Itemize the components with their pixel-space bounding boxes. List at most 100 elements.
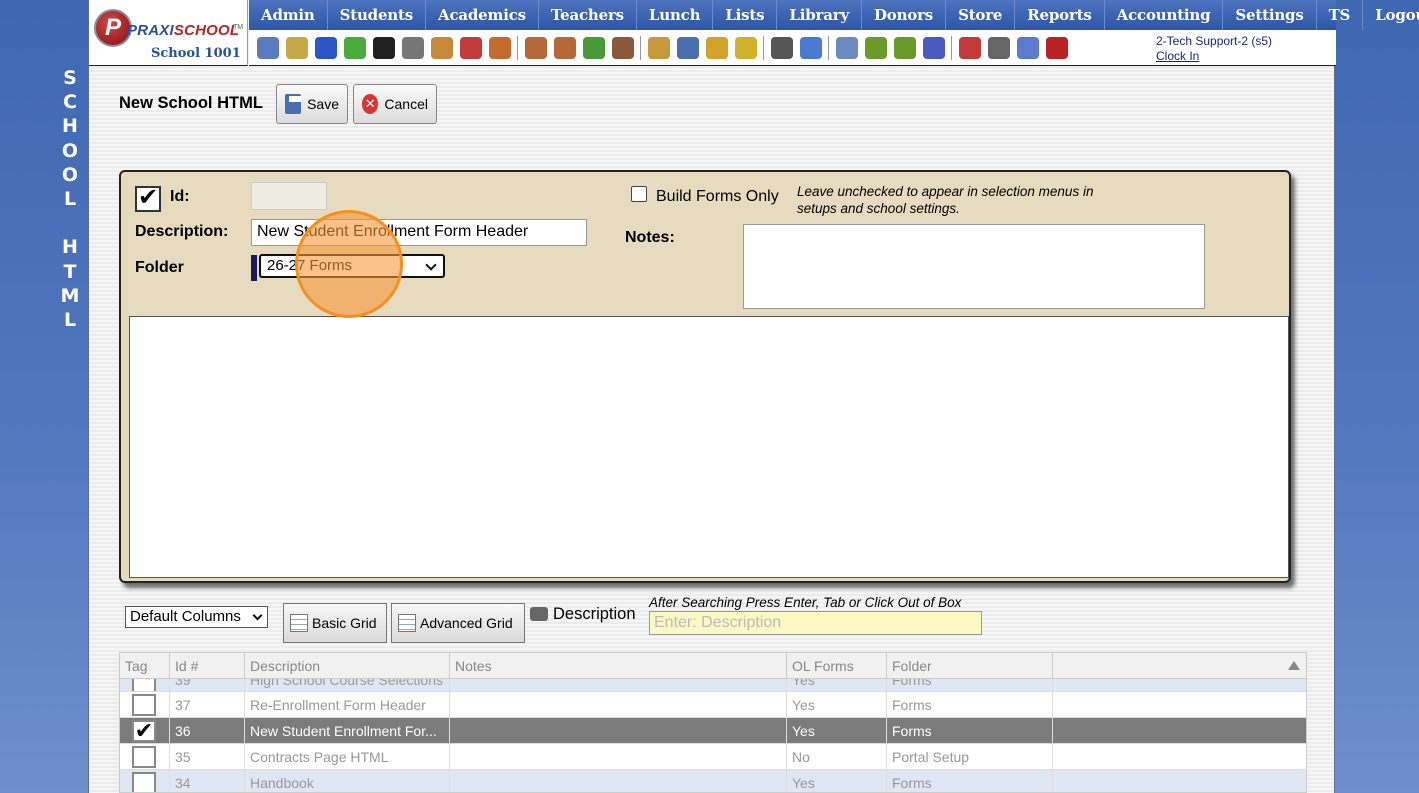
card-icon[interactable] — [864, 36, 887, 59]
row-ol-forms: Yes — [787, 770, 887, 792]
row-tag-checkbox[interactable] — [132, 679, 156, 691]
add-person-icon[interactable] — [524, 36, 547, 59]
calculator-icon[interactable] — [430, 36, 453, 59]
store-icon[interactable] — [734, 36, 757, 59]
description-field[interactable]: New Student Enrollment Form Header — [251, 219, 587, 246]
search-input[interactable]: Enter: Description — [649, 611, 982, 635]
nav-academics[interactable]: Academics — [426, 0, 539, 30]
notes-textarea[interactable] — [743, 224, 1205, 309]
clock-icon[interactable] — [799, 36, 822, 59]
row-empty — [1053, 679, 1287, 691]
teacher-icon[interactable] — [770, 36, 793, 59]
search-icon[interactable] — [256, 36, 279, 59]
row-description: Re-Enrollment Form Header — [245, 692, 450, 717]
side-letter: L — [63, 187, 77, 210]
cancel-label: Cancel — [384, 96, 428, 112]
money-icon[interactable] — [582, 36, 605, 59]
col-description[interactable]: Description — [245, 653, 450, 678]
binoculars-icon — [530, 607, 548, 621]
lunch-icon[interactable] — [647, 36, 670, 59]
side-letter: O — [61, 139, 79, 162]
nav-donors[interactable]: Donors — [862, 0, 947, 30]
table-row[interactable]: 34 Handbook Yes Forms — [120, 770, 1306, 792]
table-row[interactable]: 35 Contracts Page HTML No Portal Setup — [120, 744, 1306, 770]
pdf-icon[interactable] — [958, 36, 981, 59]
email-at-icon[interactable] — [314, 36, 337, 59]
row-tag-cell — [120, 744, 170, 769]
speaker-icon[interactable] — [401, 36, 424, 59]
phone-icon[interactable] — [372, 36, 395, 59]
col-notes[interactable]: Notes — [450, 653, 787, 678]
nav-logout[interactable]: Logout — [1363, 0, 1419, 30]
save-button[interactable]: Save — [276, 84, 348, 124]
help-icon[interactable] — [1016, 36, 1039, 59]
chat-icon[interactable] — [343, 36, 366, 59]
nav-lunch[interactable]: Lunch — [637, 0, 714, 30]
user-name: 2-Tech Support-2 (s5) — [1156, 34, 1273, 48]
nav-library[interactable]: Library — [777, 0, 862, 30]
folder-select[interactable]: 26-27 Forms — [259, 254, 445, 278]
megaphone-icon[interactable] — [488, 36, 511, 59]
icon-toolbar: 2-Tech Support-2 (s5) Clock In — [249, 30, 1336, 66]
nav-reports[interactable]: Reports — [1015, 0, 1105, 30]
check-icon[interactable] — [893, 36, 916, 59]
row-tag-checkbox[interactable] — [132, 746, 156, 768]
table-row[interactable]: 39 High School Course Selections Yes Forms — [120, 679, 1306, 692]
nav-settings[interactable]: Settings — [1223, 0, 1317, 30]
nav-teachers[interactable]: Teachers — [539, 0, 637, 30]
cash-register-icon[interactable] — [987, 36, 1010, 59]
nav-lists[interactable]: Lists — [713, 0, 778, 30]
school-name: School 1001 — [151, 46, 241, 61]
table-row[interactable]: ✔ 36 New Student Enrollment For... Yes Forms — [120, 718, 1306, 744]
row-folder: Forms — [887, 679, 1053, 691]
html-editor[interactable] — [129, 316, 1289, 578]
col-ol-forms[interactable]: OL Forms — [787, 653, 887, 678]
build-forms-note: Leave unchecked to appear in selection m… — [797, 184, 1094, 216]
ap-icon[interactable] — [922, 36, 945, 59]
side-letter: C — [63, 91, 77, 114]
row-tag-checkbox[interactable] — [132, 694, 156, 716]
col-tag[interactable]: Tag — [120, 653, 170, 678]
row-tag-checkbox[interactable] — [132, 772, 156, 792]
logo[interactable]: P PRAXISCHOOL TM School 1001 — [89, 0, 248, 66]
nav-accounting[interactable]: Accounting — [1105, 0, 1224, 30]
row-description: High School Course Selections — [245, 679, 450, 691]
nav-ts[interactable]: TS — [1317, 0, 1364, 30]
row-ol-forms: Yes — [787, 679, 887, 691]
scroll-up-arrow[interactable] — [1288, 661, 1300, 670]
power-icon[interactable] — [1045, 36, 1068, 59]
row-empty — [1053, 692, 1287, 717]
advanced-grid-label: Advanced Grid — [420, 615, 513, 631]
id-field[interactable] — [251, 182, 327, 210]
row-tag-checkbox[interactable]: ✔ — [132, 720, 156, 742]
calendar-icon[interactable] — [459, 36, 482, 59]
grid-icon[interactable] — [285, 36, 308, 59]
col-folder[interactable]: Folder — [887, 653, 1053, 678]
columns-select[interactable]: Default Columns — [125, 606, 268, 628]
build-forms-only-checkbox[interactable] — [631, 186, 647, 202]
advanced-grid-button[interactable]: Advanced Grid — [391, 603, 525, 643]
side-letter — [56, 211, 84, 235]
table-row[interactable]: 37 Re-Enrollment Form Header Yes Forms — [120, 692, 1306, 718]
nav-store[interactable]: Store — [946, 0, 1016, 30]
bell-icon[interactable] — [705, 36, 728, 59]
cancel-icon: ✕ — [362, 94, 379, 114]
table-header: Tag Id # Description Notes OL Forms Fold… — [120, 653, 1306, 679]
nav-students[interactable]: Students — [328, 0, 426, 30]
col-id[interactable]: Id # — [170, 653, 245, 678]
nav-admin[interactable]: Admin — [249, 0, 328, 30]
row-description: New Student Enrollment For... — [245, 718, 450, 743]
id-checkbox[interactable]: ✔ — [135, 186, 161, 212]
clock-in-link[interactable]: Clock In — [1156, 49, 1336, 63]
book-icon[interactable] — [676, 36, 699, 59]
page-title: New School HTML — [119, 94, 263, 112]
row-id: 37 — [170, 692, 245, 717]
report-icon[interactable] — [835, 36, 858, 59]
save-label: Save — [307, 96, 339, 112]
toolbar-separator — [640, 35, 641, 60]
person-icon[interactable] — [553, 36, 576, 59]
people-icon[interactable] — [611, 36, 634, 59]
basic-grid-button[interactable]: Basic Grid — [283, 603, 387, 643]
cancel-button[interactable]: ✕ Cancel — [353, 84, 437, 124]
row-tag-cell — [120, 770, 170, 792]
